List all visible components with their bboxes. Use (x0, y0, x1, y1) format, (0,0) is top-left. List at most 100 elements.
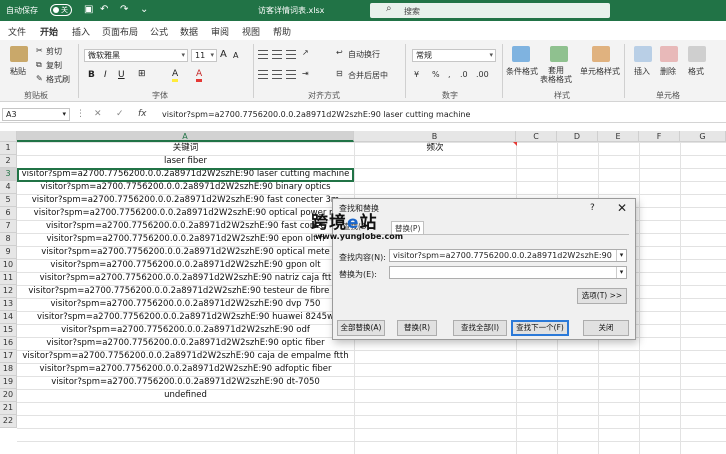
cell-a19[interactable]: visitor?spm=a2700.7756200.0.0.2a8971d2W2… (17, 376, 354, 389)
font-name-select[interactable]: 微软雅黑 ▾ (84, 49, 188, 62)
percent-icon[interactable]: % (432, 70, 440, 79)
replace-button[interactable]: 替换(R) (397, 320, 437, 336)
align-right-icon[interactable] (286, 70, 296, 79)
shrink-font-button[interactable]: A (233, 51, 238, 60)
find-input[interactable]: visitor?spm=a2700.7756200.0.0.2a8971d2W2… (389, 249, 627, 262)
replace-input[interactable]: ▾ (389, 266, 627, 279)
insert-cells-button[interactable]: 插入 (634, 66, 650, 77)
number-format-select[interactable]: 常规 ▾ (412, 49, 496, 62)
cell-a2[interactable]: laser fiber (17, 155, 354, 168)
cell-a4[interactable]: visitor?spm=a2700.7756200.0.0.2a8971d2W2… (17, 181, 354, 194)
column-header-c[interactable]: C (516, 131, 557, 142)
cell-a20[interactable]: undefined (17, 389, 354, 402)
row-header[interactable]: 17 (0, 350, 17, 363)
cancel-icon[interactable]: ✕ (94, 109, 102, 119)
merge-icon[interactable]: ⊟ (336, 69, 343, 78)
cell-a18[interactable]: visitor?spm=a2700.7756200.0.0.2a8971d2W2… (17, 363, 354, 376)
chevron-down-icon[interactable]: ▾ (616, 250, 626, 261)
cell-a6[interactable]: visitor?spm=a2700.7756200.0.0.2a8971d2W2… (17, 207, 354, 220)
fill-color-button[interactable]: A (172, 69, 179, 82)
row-header[interactable]: 10 (0, 259, 17, 272)
orientation-icon[interactable]: ↗ (302, 48, 309, 57)
conditional-format-icon[interactable] (512, 46, 530, 62)
cut-icon[interactable]: ✂ (36, 46, 43, 55)
more-icon[interactable]: ⌄ (140, 4, 148, 15)
column-header-f[interactable]: F (639, 131, 680, 142)
tab-view[interactable]: 视图 (242, 25, 260, 38)
currency-icon[interactable]: ¥ (414, 70, 419, 79)
replace-all-button[interactable]: 全部替换(A) (337, 320, 385, 336)
copy-icon[interactable]: ⧉ (36, 60, 42, 70)
enter-icon[interactable]: ✓ (116, 109, 124, 119)
cell-a12[interactable]: visitor?spm=a2700.7756200.0.0.2a8971d2W2… (17, 285, 354, 298)
tab-help[interactable]: 帮助 (273, 25, 291, 38)
comma-icon[interactable]: , (448, 70, 451, 79)
help-button[interactable]: ? (590, 203, 595, 213)
cut-button[interactable]: 剪切 (46, 46, 62, 57)
increase-decimal-icon[interactable]: .0 (460, 70, 468, 79)
row-header[interactable]: 12 (0, 285, 17, 298)
cell-a15[interactable]: visitor?spm=a2700.7756200.0.0.2a8971d2W2… (17, 324, 354, 337)
column-header-g[interactable]: G (680, 131, 726, 142)
column-header-a[interactable]: A (17, 131, 354, 142)
conditional-format-button[interactable]: 条件格式 (506, 66, 538, 77)
cell-styles-icon[interactable] (592, 46, 610, 62)
column-header-e[interactable]: E (598, 131, 639, 142)
tab-review[interactable]: 审阅 (211, 25, 229, 38)
find-next-button[interactable]: 查找下一个(F) (511, 320, 569, 336)
row-header[interactable]: 6 (0, 207, 17, 220)
chevron-down-icon[interactable]: ▾ (616, 267, 626, 278)
name-box[interactable]: A3 ▾ (2, 108, 70, 121)
merge-center-button[interactable]: 合并后居中 (348, 70, 388, 81)
grow-font-button[interactable]: A (220, 49, 227, 60)
row-header[interactable]: 5 (0, 194, 17, 207)
cell-styles-button[interactable]: 单元格样式 (580, 66, 620, 77)
insert-cells-icon[interactable] (634, 46, 652, 62)
cell-a14[interactable]: visitor?spm=a2700.7756200.0.0.2a8971d2W2… (17, 311, 354, 324)
redo-icon[interactable]: ↷ (120, 4, 128, 15)
format-painter-icon[interactable]: ✎ (36, 74, 43, 83)
tab-page-layout[interactable]: 页面布局 (102, 25, 138, 38)
align-center-icon[interactable] (272, 70, 282, 79)
cell-a7[interactable]: visitor?spm=a2700.7756200.0.0.2a8971d2W2… (17, 220, 354, 233)
tab-formulas[interactable]: 公式 (150, 25, 168, 38)
indent-icon[interactable]: ⇥ (302, 69, 309, 78)
row-header[interactable]: 21 (0, 402, 17, 415)
cell-a11[interactable]: visitor?spm=a2700.7756200.0.0.2a8971d2W2… (17, 272, 354, 285)
row-header[interactable]: 13 (0, 298, 17, 311)
column-header-d[interactable]: D (557, 131, 598, 142)
cell-a13[interactable]: visitor?spm=a2700.7756200.0.0.2a8971d2W2… (17, 298, 354, 311)
tab-insert[interactable]: 插入 (72, 25, 90, 38)
function-icon[interactable]: fx (138, 109, 147, 119)
row-header[interactable]: 18 (0, 363, 17, 376)
paste-button[interactable]: 粘贴 (10, 66, 26, 77)
row-header[interactable]: 8 (0, 233, 17, 246)
save-icon[interactable]: ▣ (84, 4, 93, 15)
select-all-corner[interactable] (0, 131, 17, 142)
search-box[interactable]: ⌕ 搜索 (370, 3, 610, 18)
cell-a17[interactable]: visitor?spm=a2700.7756200.0.0.2a8971d2W2… (17, 350, 354, 363)
options-button[interactable]: 选项(T) >> (577, 288, 627, 304)
row-header[interactable]: 7 (0, 220, 17, 233)
cell-a1[interactable]: 关键词 (17, 142, 354, 155)
bold-button[interactable]: B (88, 70, 95, 80)
formula-input[interactable]: visitor?spm=a2700.7756200.0.0.2a8971d2W2… (162, 110, 470, 119)
wrap-text-icon[interactable]: ↩ (336, 48, 343, 57)
column-header-b[interactable]: B (354, 131, 516, 142)
decrease-decimal-icon[interactable]: .00 (476, 70, 489, 79)
tab-data[interactable]: 数据 (180, 25, 198, 38)
borders-icon[interactable]: ⊞ (138, 69, 146, 79)
tab-file[interactable]: 文件 (8, 25, 26, 38)
align-left-icon[interactable] (258, 70, 268, 79)
format-cells-icon[interactable] (688, 46, 706, 62)
format-painter-button[interactable]: 格式刷 (46, 74, 70, 85)
format-cells-button[interactable]: 格式 (688, 66, 704, 77)
row-header[interactable]: 19 (0, 376, 17, 389)
cell-a16[interactable]: visitor?spm=a2700.7756200.0.0.2a8971d2W2… (17, 337, 354, 350)
row-header[interactable]: 20 (0, 389, 17, 402)
row-header[interactable]: 2 (0, 155, 17, 168)
row-header[interactable]: 4 (0, 181, 17, 194)
row-header[interactable]: 9 (0, 246, 17, 259)
align-middle-icon[interactable] (272, 50, 282, 59)
row-header[interactable]: 14 (0, 311, 17, 324)
